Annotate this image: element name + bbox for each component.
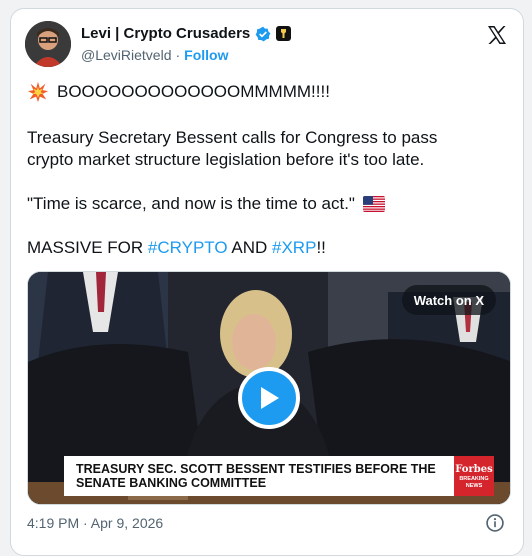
- forbes-tag-news: NEWS: [465, 482, 483, 489]
- timestamp[interactable]: 4:19 PM · Apr 9, 2026: [27, 515, 163, 531]
- tweet-line-2: Treasury Secretary Bessent calls for Con…: [27, 127, 511, 171]
- x-logo-icon[interactable]: [485, 23, 509, 47]
- forbes-tag-breaking: BREAKING: [459, 475, 489, 482]
- affiliate-badge-icon: [276, 26, 292, 41]
- author-name-row: Levi | Crypto Crusaders: [81, 25, 292, 42]
- collision-emoji-icon: [27, 81, 49, 103]
- tweet-line-3: "Time is scarce, and now is the time to …: [27, 193, 511, 215]
- avatar[interactable]: [25, 21, 71, 67]
- handle-row: @LeviRietveld · Follow: [81, 47, 228, 63]
- author-handle[interactable]: @LeviRietveld: [81, 47, 171, 63]
- tweet-text-boom: BOOOOOOOOOOOOOMMMMM!!!!: [57, 82, 330, 101]
- tweet-quote: "Time is scarce, and now is the time to …: [27, 194, 355, 213]
- tweet-text-suffix: !!: [316, 238, 326, 257]
- lower-third-banner: TREASURY SEC. SCOTT BESSENT TESTIFIES BE…: [64, 456, 454, 496]
- tweet-line-1: BOOOOOOOOOOOOOMMMMM!!!!: [27, 81, 511, 103]
- tweet-text-line-2a: Treasury Secretary Bessent calls for Con…: [27, 128, 438, 147]
- tweet-text-line-2b: crypto market structure legislation befo…: [27, 150, 425, 169]
- play-icon: [261, 387, 279, 409]
- watch-on-x-button[interactable]: Watch on X: [401, 285, 496, 315]
- verified-badge-icon: [255, 26, 271, 41]
- follow-button[interactable]: Follow: [184, 47, 228, 63]
- forbes-name: Forbes: [455, 463, 493, 475]
- separator: ·: [175, 47, 181, 63]
- hashtag-xrp[interactable]: #XRP: [272, 238, 316, 257]
- forbes-logo: Forbes BREAKING NEWS: [454, 456, 494, 496]
- tweet-text-mid: AND: [227, 238, 273, 257]
- lower-third-line-2: SENATE BANKING COMMITTEE: [76, 476, 267, 490]
- tweet-line-4: MASSIVE FOR #CRYPTO AND #XRP!!: [27, 237, 511, 259]
- lower-third-line-1: TREASURY SEC. SCOTT BESSENT TESTIFIES BE…: [76, 462, 436, 476]
- author-name[interactable]: Levi | Crypto Crusaders: [81, 25, 250, 42]
- video-player[interactable]: MRS. BRITT Watch on X TREASURY SEC. SCOT…: [27, 271, 511, 505]
- play-button[interactable]: [238, 367, 300, 429]
- tweet-text-prefix: MASSIVE FOR: [27, 238, 148, 257]
- us-flag-icon: [362, 196, 385, 212]
- tweet-card: Levi | Crypto Crusaders @LeviRietveld · …: [10, 8, 524, 556]
- info-icon[interactable]: [485, 513, 505, 533]
- hashtag-crypto[interactable]: #CRYPTO: [148, 238, 228, 257]
